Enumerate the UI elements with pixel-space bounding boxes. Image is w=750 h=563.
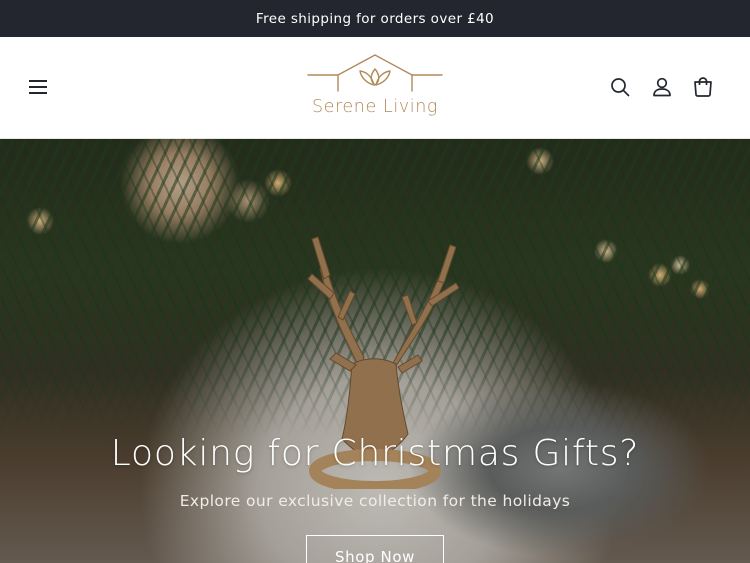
account-icon[interactable] bbox=[651, 76, 673, 98]
site-header: Serene Living bbox=[0, 37, 750, 139]
hero-title: Looking for Christmas Gifts? bbox=[110, 433, 640, 474]
logo-text: Serene Living bbox=[311, 97, 439, 117]
logo[interactable]: Serene Living bbox=[300, 53, 450, 125]
menu-icon[interactable] bbox=[27, 76, 51, 98]
logo-house-icon bbox=[307, 54, 443, 92]
cart-icon[interactable] bbox=[692, 76, 714, 98]
shop-now-label: Shop Now bbox=[335, 548, 415, 563]
announcement-text: Free shipping for orders over £40 bbox=[255, 10, 495, 27]
announcement-bar: Free shipping for orders over £40 bbox=[0, 0, 750, 37]
hero-banner: Looking for Christmas Gifts? Explore our… bbox=[0, 139, 750, 563]
hero-subtitle: Explore our exclusive collection for the… bbox=[179, 492, 571, 510]
search-icon[interactable] bbox=[609, 76, 631, 98]
shop-now-button[interactable]: Shop Now bbox=[306, 535, 444, 563]
